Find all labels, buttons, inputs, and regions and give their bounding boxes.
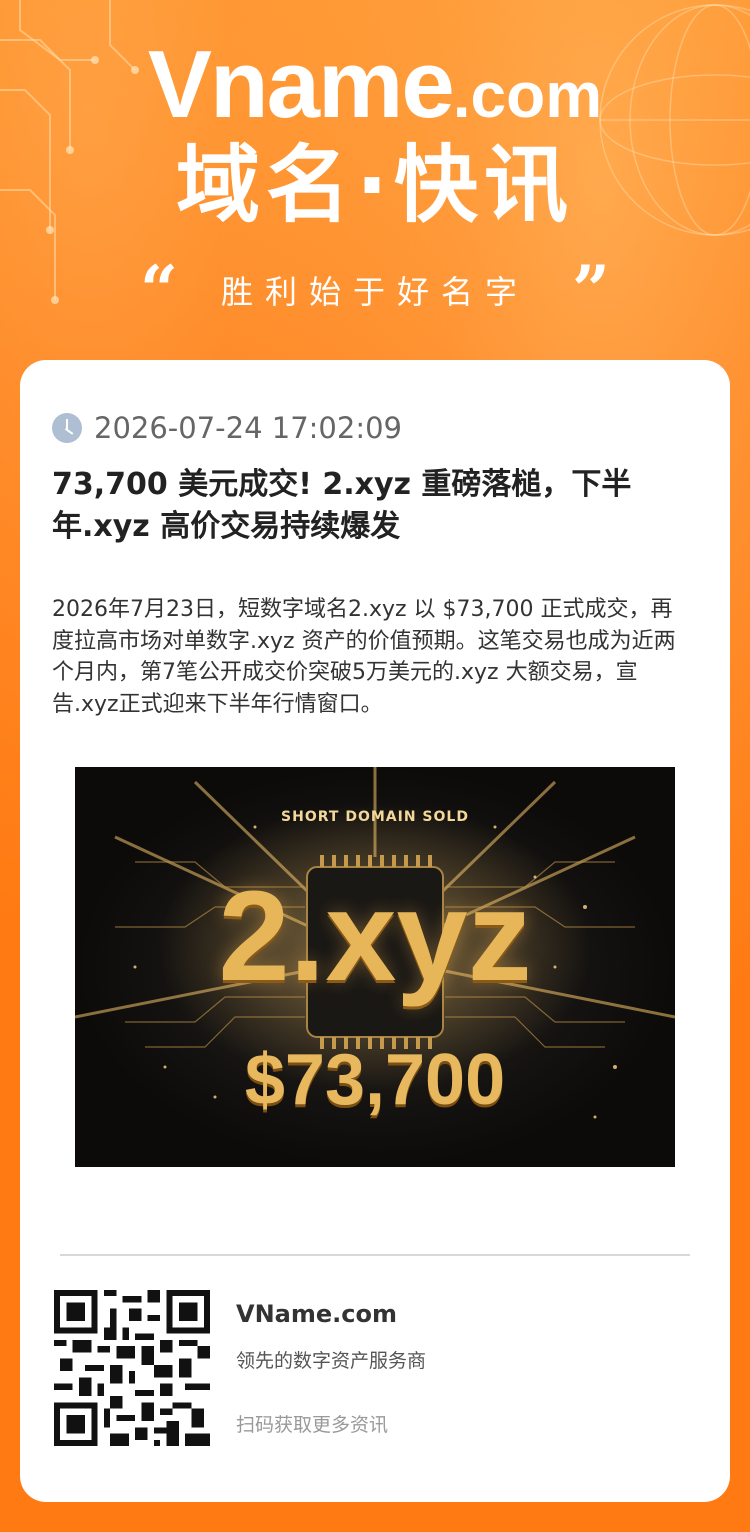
divider (60, 1254, 690, 1256)
timestamp: 2026-07-24 17:02:09 (94, 411, 402, 445)
slogan: 胜利始于好名字 (220, 273, 529, 311)
hero-tag: SHORT DOMAIN SOLD (281, 809, 469, 825)
article-title: 73,700 美元成交! 2.xyz 重磅落槌，下半年.xyz 高价交易持续爆发 (52, 467, 632, 544)
footer-cta: 扫码获取更多资讯 (236, 1414, 389, 1436)
brand-logo: Vname.com (0, 30, 750, 150)
brand-suffix: .com (452, 59, 603, 131)
poster: Vname.com 域名·快讯 “ 胜利始于好名字 ” 2026-07-24 1… (0, 0, 750, 1532)
hero-domain: 2.xyz (218, 865, 532, 1008)
quote-open-icon: “ (140, 262, 178, 318)
article-card: 2026-07-24 17:02:09 73,700 美元成交! 2.xyz 重… (20, 360, 730, 1502)
qr-code-icon (54, 1290, 210, 1446)
hero-price: $73,700 (244, 1040, 506, 1120)
footer-brand: VName.com (236, 1300, 397, 1328)
brand-main: Vname (147, 31, 455, 138)
footer-description: 领先的数字资产服务商 (236, 1350, 427, 1372)
slogan-row: “ 胜利始于好名字 ” (140, 262, 610, 318)
hero-image: SHORT DOMAIN SOLD 2.xyz $73,700 (75, 767, 675, 1167)
quote-close-icon: ” (572, 262, 610, 318)
article-body: 2026年7月23日，短数字域名2.xyz 以 $73,700 正式成交，再度拉… (52, 597, 676, 717)
headline: 域名·快讯 (176, 136, 574, 234)
time-row: 2026-07-24 17:02:09 (52, 408, 402, 448)
clock-icon (52, 413, 82, 443)
